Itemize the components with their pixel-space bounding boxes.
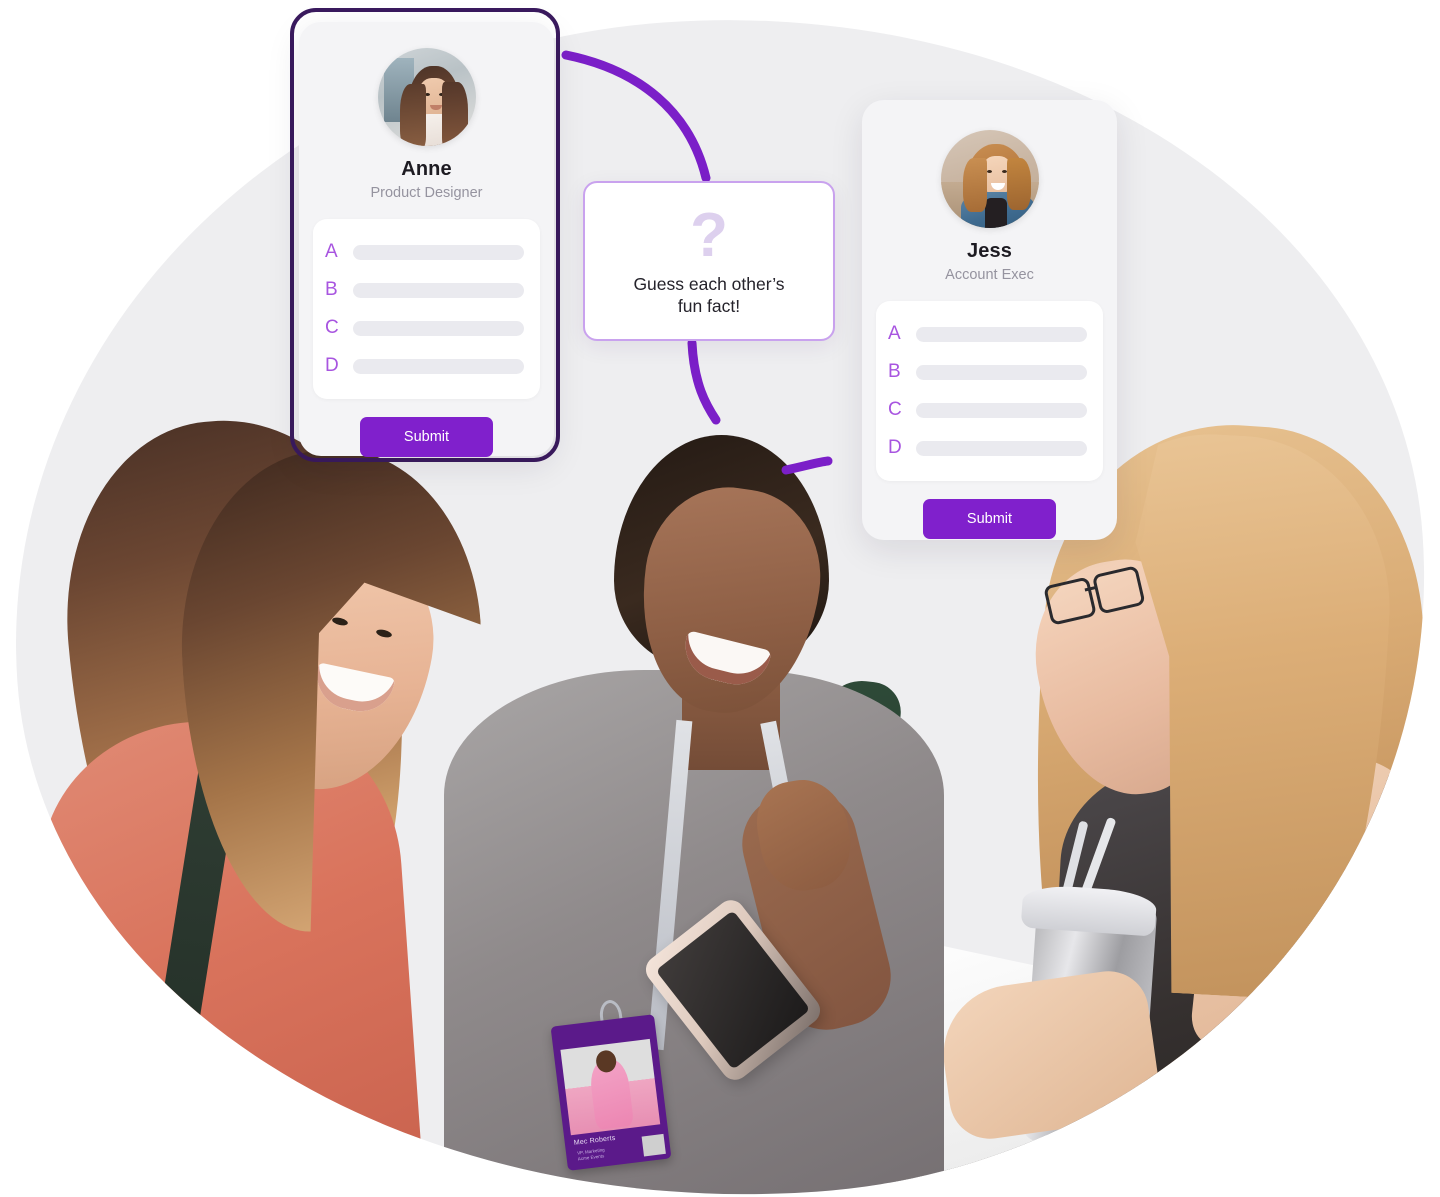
anne-submit-button[interactable]: Submit <box>359 417 494 457</box>
answer-bar-a[interactable] <box>353 244 524 260</box>
answer-letter-d: D <box>888 437 902 458</box>
answer-letter-a: A <box>888 323 901 344</box>
question-mark-icon: ? <box>690 200 728 270</box>
anne-answers-panel: A B C D <box>313 219 540 399</box>
prompt-line-2: fun fact! <box>677 296 741 316</box>
answer-bar-d[interactable] <box>916 440 1087 456</box>
badge-photo <box>560 1038 661 1136</box>
answer-letter-c: C <box>325 317 339 338</box>
badge-subtext: VP, Marketing Acme Events <box>576 1147 605 1162</box>
avatar-hair-right <box>441 82 468 146</box>
answer-option-c[interactable]: C <box>888 391 1087 429</box>
answer-letter-b: B <box>888 361 901 382</box>
jess-avatar <box>940 130 1039 228</box>
jess-answers-panel: A B C D <box>876 301 1103 481</box>
answer-letter-c: C <box>888 399 902 420</box>
name-badge: Mec Roberts VP, Marketing Acme Events <box>550 1014 672 1171</box>
answer-bar-a[interactable] <box>916 326 1087 342</box>
answer-option-d[interactable]: D <box>888 429 1087 467</box>
answer-option-b[interactable]: B <box>888 353 1087 391</box>
jess-submit-button[interactable]: Submit <box>922 499 1057 539</box>
prompt-line-1: Guess each other’s <box>633 273 785 294</box>
answer-letter-d: D <box>325 355 339 376</box>
answer-bar-b[interactable] <box>916 364 1087 380</box>
answer-option-d[interactable]: D <box>325 347 524 385</box>
anne-avatar <box>377 48 476 146</box>
avatar-hair-right <box>1006 158 1031 210</box>
avatar-eye-right <box>1001 170 1007 173</box>
answer-letter-b: B <box>325 279 338 300</box>
answer-option-c[interactable]: C <box>325 309 524 347</box>
answer-bar-c[interactable] <box>353 320 524 336</box>
anne-name: Anne <box>401 158 452 180</box>
jess-role: Account Exec <box>945 267 1034 283</box>
badge-name: Mec Roberts <box>573 1134 616 1147</box>
avatar-eye-left <box>986 170 992 173</box>
answer-bar-c[interactable] <box>916 402 1087 418</box>
answer-option-a[interactable]: A <box>325 233 524 271</box>
jess-quiz-card[interactable]: Jess Account Exec A B C D Submit <box>862 100 1117 540</box>
hero-illustration: Mec Roberts VP, Marketing Acme Events An… <box>0 0 1440 1197</box>
answer-option-a[interactable]: A <box>888 315 1087 353</box>
jess-name: Jess <box>967 240 1012 262</box>
prompt-text: Guess each other’s fun fact! <box>621 273 796 318</box>
avatar-hair-left <box>399 84 426 146</box>
avatar-hair-left <box>962 158 987 212</box>
answer-bar-b[interactable] <box>353 282 524 298</box>
badge-logo-icon <box>641 1133 666 1157</box>
anne-role: Product Designer <box>370 185 483 201</box>
avatar-inner-top <box>984 198 1007 228</box>
answer-bar-d[interactable] <box>353 358 524 374</box>
answer-letter-a: A <box>325 241 338 262</box>
prompt-bubble: ? Guess each other’s fun fact! <box>583 181 835 341</box>
jess-submit-wrap: Submit <box>862 499 1117 561</box>
event-photo: Mec Roberts VP, Marketing Acme Events <box>0 0 1440 1197</box>
anne-quiz-card[interactable]: Anne Product Designer A B C D Submit <box>299 22 554 457</box>
answer-option-b[interactable]: B <box>325 271 524 309</box>
anne-submit-wrap: Submit <box>299 417 554 479</box>
